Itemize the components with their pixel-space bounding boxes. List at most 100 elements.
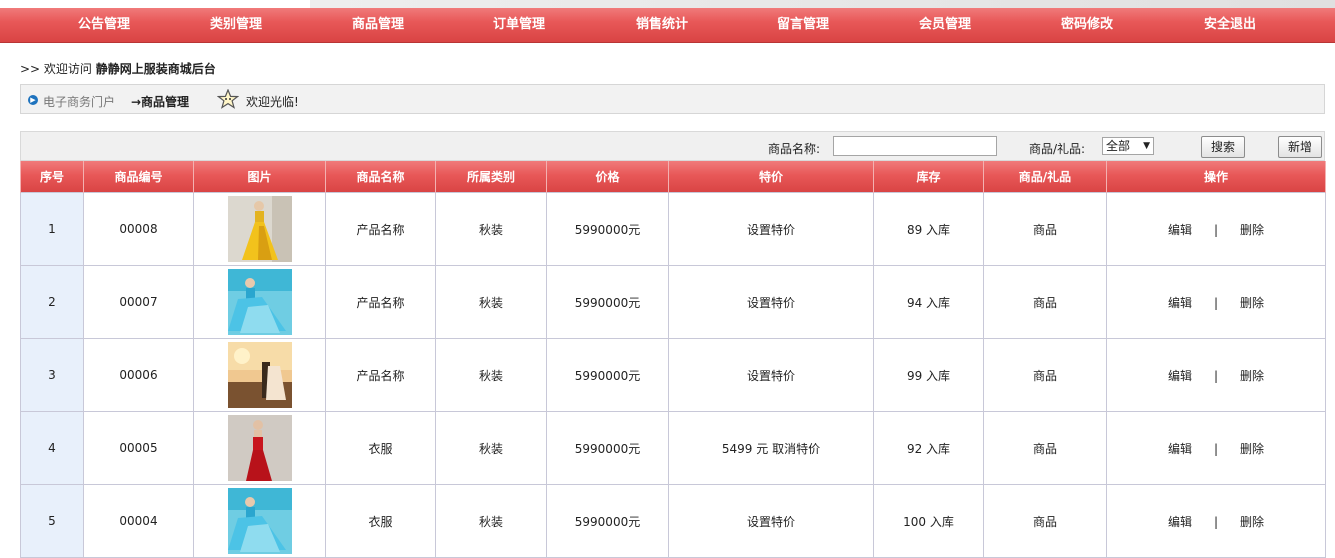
product-thumbnail[interactable] [227,488,292,554]
nav-sales-stats[interactable]: 销售统计 [607,8,717,42]
nav-messages[interactable]: 留言管理 [748,8,858,42]
cell-name: 衣服 [325,484,436,558]
table-row: 4 00005 衣服 秋装 5990000元 5499 元 取消特价 92 入库… [20,411,1326,485]
delete-link[interactable]: 删除 [1240,369,1264,383]
nav-orders[interactable]: 订单管理 [464,8,574,42]
cell-price: 5990000元 [546,192,669,266]
edit-link[interactable]: 编辑 [1168,223,1192,237]
cell-seq: 3 [20,338,84,412]
table-row: 2 00007 产品名称 秋装 5990000元 设置特价 94 入库 商品 编… [20,265,1326,339]
cell-type: 商品 [983,338,1107,412]
delete-link[interactable]: 删除 [1240,442,1264,456]
action-separator: | [1213,295,1219,310]
product-thumbnail[interactable] [227,269,292,335]
cell-actions: 编辑 | 删除 [1106,411,1326,485]
cell-image [193,411,326,485]
nav-products[interactable]: 商品管理 [323,8,433,42]
nav-categories[interactable]: 类别管理 [181,8,291,42]
cell-name: 衣服 [325,411,436,485]
nav-logout[interactable]: 安全退出 [1175,8,1285,42]
product-type-select[interactable]: 全部 ▼ [1102,137,1154,155]
delete-link[interactable]: 删除 [1240,223,1264,237]
col-header: 图片 [193,161,326,193]
cell-code: 00005 [83,411,194,485]
cell-type: 商品 [983,411,1107,485]
action-separator: | [1213,514,1219,529]
cancel-special-link[interactable]: 5499 元 取消特价 [668,411,874,485]
cell-category: 秋装 [435,484,547,558]
cell-stock[interactable]: 100 入库 [873,484,984,558]
col-header: 所属类别 [435,161,547,193]
set-special-link[interactable]: 设置特价 [668,265,874,339]
star-face-icon [216,88,240,109]
set-special-link[interactable]: 设置特价 [668,338,874,412]
cell-seq: 1 [20,192,84,266]
breadcrumb-portal-link[interactable]: 电子商务门户 [43,93,115,110]
product-thumbnail[interactable] [227,196,292,262]
arrow-bullet-icon: ▶ [28,95,38,105]
cell-name: 产品名称 [325,338,436,412]
cell-name: 产品名称 [325,192,436,266]
col-header: 商品编号 [83,161,194,193]
table-row: 3 00006 产品名称 秋装 5990000元 设置特价 99 入库 商品 编… [20,338,1326,412]
action-separator: | [1213,441,1219,456]
dropdown-arrow-icon: ▼ [1143,141,1150,151]
cell-seq: 5 [20,484,84,558]
greeting-text: 欢迎光临! [246,95,299,109]
cell-category: 秋装 [435,192,547,266]
cell-actions: 编辑 | 删除 [1106,192,1326,266]
edit-link[interactable]: 编辑 [1168,442,1192,456]
cell-image [193,338,326,412]
table-row: 5 00004 衣服 秋装 5990000元 设置特价 100 入库 商品 编辑… [20,484,1326,558]
col-header: 操作 [1106,161,1326,193]
main-nav: 公告管理 类别管理 商品管理 订单管理 销售统计 留言管理 会员管理 密码修改 … [0,8,1335,43]
cell-code: 00006 [83,338,194,412]
action-separator: | [1213,222,1219,237]
edit-link[interactable]: 编辑 [1168,296,1192,310]
welcome-line: >> 欢迎访问 静静网上服装商城后台 [20,60,216,77]
add-button[interactable]: 新增 [1278,136,1322,158]
product-name-input[interactable] [833,136,997,156]
edit-link[interactable]: 编辑 [1168,369,1192,383]
cell-code: 00004 [83,484,194,558]
delete-link[interactable]: 删除 [1240,296,1264,310]
cell-category: 秋装 [435,338,547,412]
col-header: 商品/礼品 [983,161,1107,193]
cell-seq: 4 [20,411,84,485]
col-header: 特价 [668,161,874,193]
cell-stock[interactable]: 92 入库 [873,411,984,485]
cell-image [193,484,326,558]
search-toolbar: 商品名称: 商品/礼品: 全部 ▼ 搜索 新增 [20,131,1325,161]
cell-price: 5990000元 [546,411,669,485]
site-name: 静静网上服装商城后台 [95,62,216,76]
cell-price: 5990000元 [546,484,669,558]
set-special-link[interactable]: 设置特价 [668,192,874,266]
delete-link[interactable]: 删除 [1240,515,1264,529]
cell-stock[interactable]: 94 入库 [873,265,984,339]
product-thumbnail[interactable] [227,342,292,408]
product-type-label: 商品/礼品: [1029,142,1086,156]
cell-price: 5990000元 [546,338,669,412]
cell-actions: 编辑 | 删除 [1106,484,1326,558]
action-separator: | [1213,368,1219,383]
edit-link[interactable]: 编辑 [1168,515,1192,529]
set-special-link[interactable]: 设置特价 [668,484,874,558]
cell-stock[interactable]: 99 入库 [873,338,984,412]
cell-actions: 编辑 | 删除 [1106,265,1326,339]
cell-type: 商品 [983,265,1107,339]
nav-members[interactable]: 会员管理 [890,8,1000,42]
nav-change-password[interactable]: 密码修改 [1032,8,1142,42]
product-thumbnail[interactable] [227,415,292,481]
cell-type: 商品 [983,192,1107,266]
cell-image [193,265,326,339]
col-header: 价格 [546,161,669,193]
cell-code: 00008 [83,192,194,266]
nav-announcements[interactable]: 公告管理 [49,8,159,42]
search-button[interactable]: 搜索 [1201,136,1245,158]
table-row: 1 00008 产品名称 秋装 5990000元 设置特价 89 入库 商品 编… [20,192,1326,266]
cell-stock[interactable]: 89 入库 [873,192,984,266]
table-header-row: 序号 商品编号 图片 商品名称 所属类别 价格 特价 库存 商品/礼品 操作 [20,161,1326,193]
col-header: 库存 [873,161,984,193]
product-name-label: 商品名称: [768,142,821,156]
cell-code: 00007 [83,265,194,339]
